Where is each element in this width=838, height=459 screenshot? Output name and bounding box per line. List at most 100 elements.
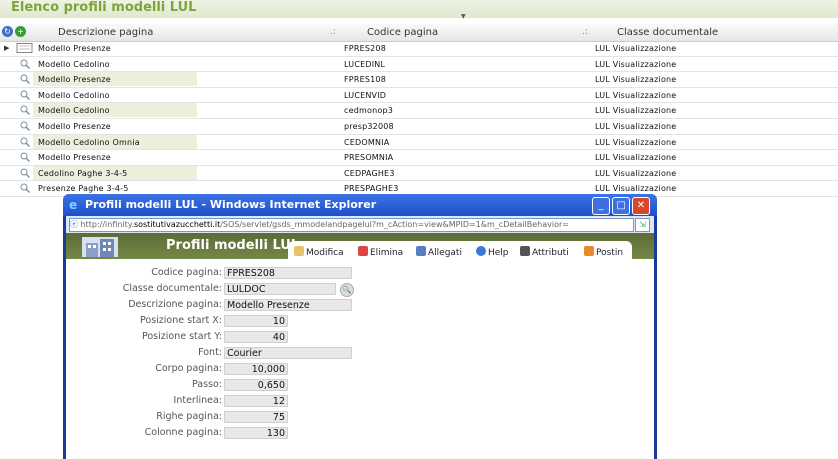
sheet-icon[interactable] xyxy=(16,43,33,53)
magnifier-icon[interactable] xyxy=(20,137,30,147)
magnifier-icon[interactable] xyxy=(20,90,30,100)
attachment-icon xyxy=(416,246,426,256)
magnifier-icon[interactable] xyxy=(20,168,30,178)
attributes-icon xyxy=(520,246,530,256)
lookup-search-icon[interactable]: 🔍 xyxy=(340,283,354,297)
building-logo-icon xyxy=(82,237,118,257)
table-body: ▶ Modello Presenze FPRES208 LUL Visualiz… xyxy=(0,41,838,197)
corpo-pagina-field[interactable]: 10,000 xyxy=(224,363,288,375)
page-action-icon[interactable]: ⇲ xyxy=(635,218,650,232)
row-code: CEDOMNIA xyxy=(344,137,390,147)
url-field[interactable]: ⓔ http://infinity.sostitutivazucchetti.i… xyxy=(69,218,634,232)
righe-pagina-label: Righe pagina: xyxy=(156,411,222,422)
help-icon xyxy=(476,246,486,256)
magnifier-icon[interactable] xyxy=(20,183,30,194)
table-row[interactable]: Modello Cedolino Omnia CEDOMNIA LUL Visu… xyxy=(0,134,838,151)
row-description: Modello Presenze xyxy=(38,44,111,53)
magnifier-icon[interactable] xyxy=(20,59,30,69)
passo-label: Passo: xyxy=(191,379,222,390)
table-row[interactable]: Modello Cedolino cedmonop3 LUL Visualizz… xyxy=(0,103,838,119)
classe-documentale-field[interactable]: LULDOC xyxy=(224,283,336,295)
field-row: Righe pagina: xyxy=(66,411,222,423)
colonne-pagina-field[interactable]: 130 xyxy=(224,427,288,439)
row-code: FPRES208 xyxy=(344,44,386,53)
modifica-button[interactable]: Modifica xyxy=(294,246,344,258)
passo-field[interactable]: 0,650 xyxy=(224,379,288,391)
magnifier-icon[interactable] xyxy=(20,74,30,85)
column-header-description[interactable]: Descrizione pagina xyxy=(58,27,153,38)
descrizione-pagina-field[interactable]: Modello Presenze xyxy=(224,299,352,311)
field-row: Passo: xyxy=(66,379,222,391)
start-x-field[interactable]: 10 xyxy=(224,315,288,327)
ie-page-icon: ⓔ xyxy=(70,220,81,229)
column-resize-handle[interactable]: .: xyxy=(330,27,336,37)
action-toolbar: Modifica Elimina Allegati Help Attributi… xyxy=(288,241,632,261)
attributi-button[interactable]: Attributi xyxy=(520,246,569,258)
magnifier-icon[interactable] xyxy=(20,152,30,163)
page-title: Elenco profili modelli LUL xyxy=(11,0,197,15)
start-y-field[interactable]: 40 xyxy=(224,331,288,343)
righe-pagina-field[interactable]: 75 xyxy=(224,411,288,423)
interlinea-label: Interlinea: xyxy=(173,395,222,406)
row-class: LUL Visualizzazione xyxy=(595,59,677,69)
interlinea-field[interactable]: 12 xyxy=(224,395,288,407)
row-class: LUL Visualizzazione xyxy=(595,90,677,100)
field-row: Corpo pagina: xyxy=(66,363,222,375)
field-row: Posizione start X: xyxy=(66,315,222,327)
start-x-label: Posizione start X: xyxy=(140,315,222,326)
start-y-label: Posizione start Y: xyxy=(141,331,222,342)
refresh-icon[interactable]: ↻ xyxy=(2,26,13,37)
table-row[interactable]: Modello Cedolino LUCEDINL LUL Visualizza… xyxy=(0,57,838,73)
row-code: FPRES108 xyxy=(344,75,386,85)
font-field[interactable]: Courier xyxy=(224,347,352,359)
ie-popup-window: e Profili modelli LUL - Windows Internet… xyxy=(63,194,657,459)
classe-documentale-label: Classe documentale: xyxy=(122,283,222,294)
column-header-class[interactable]: Classe documentale xyxy=(617,27,718,38)
maximize-button[interactable]: □ xyxy=(612,197,630,215)
row-class: LUL Visualizzazione xyxy=(595,153,677,163)
row-class: LUL Visualizzazione xyxy=(595,106,677,116)
field-row: Classe documentale: xyxy=(66,283,222,295)
elimina-button[interactable]: Elimina xyxy=(358,246,403,258)
table-row[interactable]: Cedolino Paghe 3-4-5 CEDPAGHE3 LUL Visua… xyxy=(0,165,838,182)
close-button[interactable]: ✕ xyxy=(632,197,650,215)
field-row: Posizione start Y: xyxy=(66,331,222,343)
column-resize-handle[interactable]: .: xyxy=(582,27,588,37)
help-button[interactable]: Help xyxy=(476,246,509,258)
row-code: PRESPAGHE3 xyxy=(344,184,399,194)
postin-label: Postin xyxy=(596,248,624,258)
column-header-code[interactable]: Codice pagina xyxy=(367,27,438,38)
row-description: Presenze Paghe 3-4-5 xyxy=(38,184,129,194)
field-row: Interlinea: xyxy=(66,395,222,407)
row-code: PRESOMNIA xyxy=(344,153,394,163)
table-row[interactable]: ▶ Modello Presenze FPRES208 LUL Visualiz… xyxy=(0,41,838,57)
url-prefix: http://infinity. xyxy=(80,220,134,229)
row-description: Modello Cedolino Omnia xyxy=(38,137,140,147)
ie-logo-icon: e xyxy=(69,198,78,212)
table-row[interactable]: Modello Cedolino LUCENVID LUL Visualizza… xyxy=(0,88,838,104)
row-code: LUCENVID xyxy=(344,90,387,100)
colonne-pagina-label: Colonne pagina: xyxy=(144,427,222,438)
codice-pagina-field[interactable]: FPRES208 xyxy=(224,267,352,279)
row-class: LUL Visualizzazione xyxy=(595,121,677,131)
row-description: Modello Presenze xyxy=(38,75,111,85)
url-host: sostitutivazucchetti.it xyxy=(133,220,221,229)
add-icon[interactable]: + xyxy=(15,26,26,37)
field-row: Codice pagina: xyxy=(66,267,222,279)
table-row[interactable]: Modello Presenze PRESOMNIA LUL Visualizz… xyxy=(0,150,838,166)
table-row[interactable]: Modello Presenze FPRES108 LUL Visualizza… xyxy=(0,72,838,88)
row-class: LUL Visualizzazione xyxy=(595,137,677,147)
window-title-bar[interactable]: e Profili modelli LUL - Windows Internet… xyxy=(63,194,657,216)
attributi-label: Attributi xyxy=(532,248,569,258)
collapse-arrow-icon[interactable]: ▼ xyxy=(461,13,466,20)
allegati-button[interactable]: Allegati xyxy=(416,246,462,258)
expand-arrow-icon[interactable]: ▶ xyxy=(4,44,10,52)
table-row[interactable]: Modello Presenze presp32008 LUL Visualiz… xyxy=(0,119,838,135)
row-class: LUL Visualizzazione xyxy=(595,44,677,53)
magnifier-icon[interactable] xyxy=(20,105,30,116)
row-description: Modello Cedolino xyxy=(38,90,110,100)
row-code: presp32008 xyxy=(344,121,394,131)
magnifier-icon[interactable] xyxy=(20,121,30,131)
postin-button[interactable]: Postin xyxy=(584,246,623,258)
minimize-button[interactable]: _ xyxy=(592,197,610,215)
